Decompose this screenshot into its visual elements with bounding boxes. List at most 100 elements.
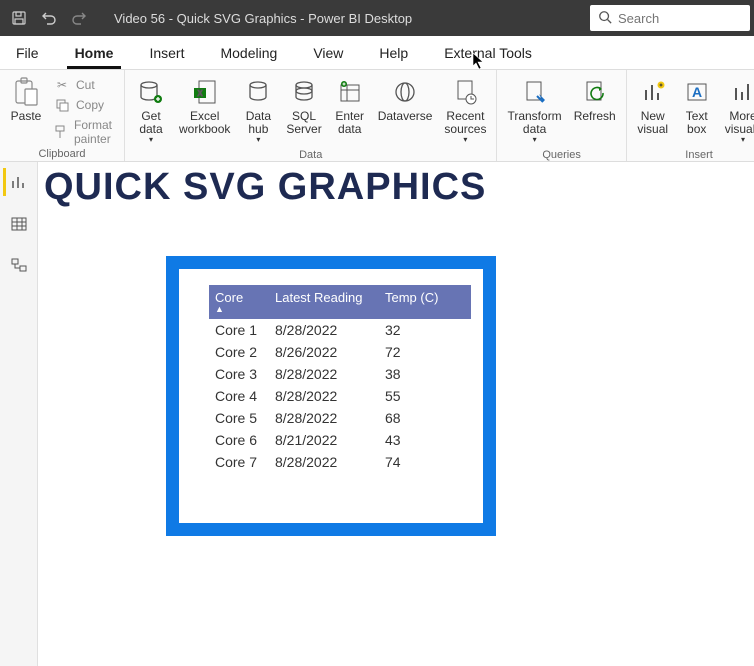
undo-icon[interactable]: [34, 3, 64, 33]
cell-date: 8/28/2022: [269, 319, 379, 341]
copy-icon: [54, 98, 70, 112]
table-row[interactable]: Core 68/21/202243: [209, 429, 471, 451]
new-visual-icon: [641, 76, 665, 108]
new-visual-button[interactable]: New visual: [631, 72, 675, 140]
view-rail: [0, 162, 38, 666]
transform-data-button[interactable]: Transform data ▾: [501, 72, 567, 149]
model-view-icon[interactable]: [5, 252, 33, 280]
format-painter-icon: [54, 125, 68, 139]
table-visual[interactable]: Core ▲ Latest Reading Temp (C) Core 18/2…: [166, 256, 496, 536]
cell-core: Core 7: [209, 451, 269, 473]
menu-file[interactable]: File: [8, 39, 47, 69]
cell-temp: 32: [379, 319, 449, 341]
format-painter-button[interactable]: Format painter: [48, 116, 120, 148]
recent-sources-button[interactable]: Recent sources ▾: [438, 72, 492, 149]
chevron-down-icon: ▾: [741, 136, 745, 145]
chevron-down-icon: ▾: [463, 136, 467, 145]
table-row[interactable]: Core 28/26/202272: [209, 341, 471, 363]
text-box-button[interactable]: A Text box: [675, 72, 719, 140]
cell-date: 8/28/2022: [269, 451, 379, 473]
enter-data-button[interactable]: Enter data: [328, 72, 372, 140]
ribbon: Paste ✂ Cut Copy Format painter: [0, 70, 754, 162]
save-icon[interactable]: [4, 3, 34, 33]
cell-core: Core 5: [209, 407, 269, 429]
svg-text:X: X: [197, 89, 203, 98]
menu-external-tools[interactable]: External Tools: [436, 39, 540, 69]
col-latest-reading[interactable]: Latest Reading: [269, 285, 379, 319]
get-data-button[interactable]: Get data ▾: [129, 72, 173, 149]
table-row[interactable]: Core 78/28/202274: [209, 451, 471, 473]
search-icon: [598, 10, 612, 27]
chevron-down-icon: ▾: [256, 136, 260, 145]
cell-date: 8/28/2022: [269, 363, 379, 385]
cell-core: Core 4: [209, 385, 269, 407]
paste-button[interactable]: Paste: [4, 72, 48, 127]
report-view-icon[interactable]: [3, 168, 31, 196]
table-row[interactable]: Core 48/28/202255: [209, 385, 471, 407]
table-body: Core 18/28/202232Core 28/26/202272Core 3…: [209, 319, 471, 473]
cell-temp: 72: [379, 341, 449, 363]
menu-bar: File Home Insert Modeling View Help Exte…: [0, 36, 754, 70]
table-header[interactable]: Core ▲ Latest Reading Temp (C): [209, 285, 471, 319]
page-title: QUICK SVG GRAPHICS: [44, 166, 754, 209]
table-row[interactable]: Core 58/28/202268: [209, 407, 471, 429]
table-row[interactable]: Core 18/28/202232: [209, 319, 471, 341]
text-box-icon: A: [685, 76, 709, 108]
cell-date: 8/21/2022: [269, 429, 379, 451]
table-row[interactable]: Core 38/28/202238: [209, 363, 471, 385]
cell-date: 8/28/2022: [269, 407, 379, 429]
cut-icon: ✂: [54, 78, 70, 92]
excel-icon: X: [193, 76, 217, 108]
menu-home[interactable]: Home: [67, 39, 122, 69]
recent-icon: [453, 76, 477, 108]
col-temp[interactable]: Temp (C): [379, 285, 449, 319]
cell-date: 8/28/2022: [269, 385, 379, 407]
sql-server-button[interactable]: SQL Server: [280, 72, 327, 140]
cell-temp: 55: [379, 385, 449, 407]
cell-temp: 38: [379, 363, 449, 385]
menu-modeling[interactable]: Modeling: [212, 39, 285, 69]
menu-insert[interactable]: Insert: [141, 39, 192, 69]
dataverse-icon: [392, 76, 418, 108]
clipboard-group-label: Clipboard: [4, 148, 120, 162]
workspace: QUICK SVG GRAPHICS Core ▲ Latest Reading…: [0, 162, 754, 666]
paste-label: Paste: [11, 110, 42, 123]
redo-icon[interactable]: [64, 3, 94, 33]
more-visuals-icon: [731, 76, 754, 108]
cell-core: Core 2: [209, 341, 269, 363]
refresh-button[interactable]: Refresh: [568, 72, 622, 127]
get-data-icon: [138, 76, 164, 108]
data-table: Core ▲ Latest Reading Temp (C) Core 18/2…: [209, 285, 471, 473]
sort-asc-icon: ▲: [215, 304, 263, 314]
cell-temp: 74: [379, 451, 449, 473]
cell-core: Core 1: [209, 319, 269, 341]
cell-temp: 43: [379, 429, 449, 451]
title-bar: Video 56 - Quick SVG Graphics - Power BI…: [0, 0, 754, 36]
menu-help[interactable]: Help: [371, 39, 416, 69]
report-canvas[interactable]: QUICK SVG GRAPHICS Core ▲ Latest Reading…: [38, 162, 754, 666]
cell-core: Core 3: [209, 363, 269, 385]
dataverse-button[interactable]: Dataverse: [372, 72, 439, 127]
paste-icon: [13, 76, 39, 108]
search-input[interactable]: [618, 11, 718, 26]
cell-date: 8/26/2022: [269, 341, 379, 363]
more-visuals-button[interactable]: More visuals ▾: [719, 72, 754, 149]
excel-workbook-button[interactable]: X Excel workbook: [173, 72, 236, 140]
cut-button[interactable]: ✂ Cut: [48, 76, 120, 94]
data-view-icon[interactable]: [5, 210, 33, 238]
search-box[interactable]: [590, 5, 750, 31]
col-core[interactable]: Core ▲: [209, 285, 269, 319]
sql-icon: [292, 76, 316, 108]
refresh-icon: [583, 76, 607, 108]
window-title: Video 56 - Quick SVG Graphics - Power BI…: [114, 11, 412, 26]
svg-text:A: A: [692, 84, 702, 100]
cell-temp: 68: [379, 407, 449, 429]
cell-core: Core 6: [209, 429, 269, 451]
copy-button[interactable]: Copy: [48, 96, 120, 114]
chevron-down-icon: ▾: [533, 136, 537, 145]
chevron-down-icon: ▾: [149, 136, 153, 145]
data-hub-icon: [246, 76, 270, 108]
data-hub-button[interactable]: Data hub ▾: [236, 72, 280, 149]
menu-view[interactable]: View: [305, 39, 351, 69]
transform-icon: [523, 76, 547, 108]
